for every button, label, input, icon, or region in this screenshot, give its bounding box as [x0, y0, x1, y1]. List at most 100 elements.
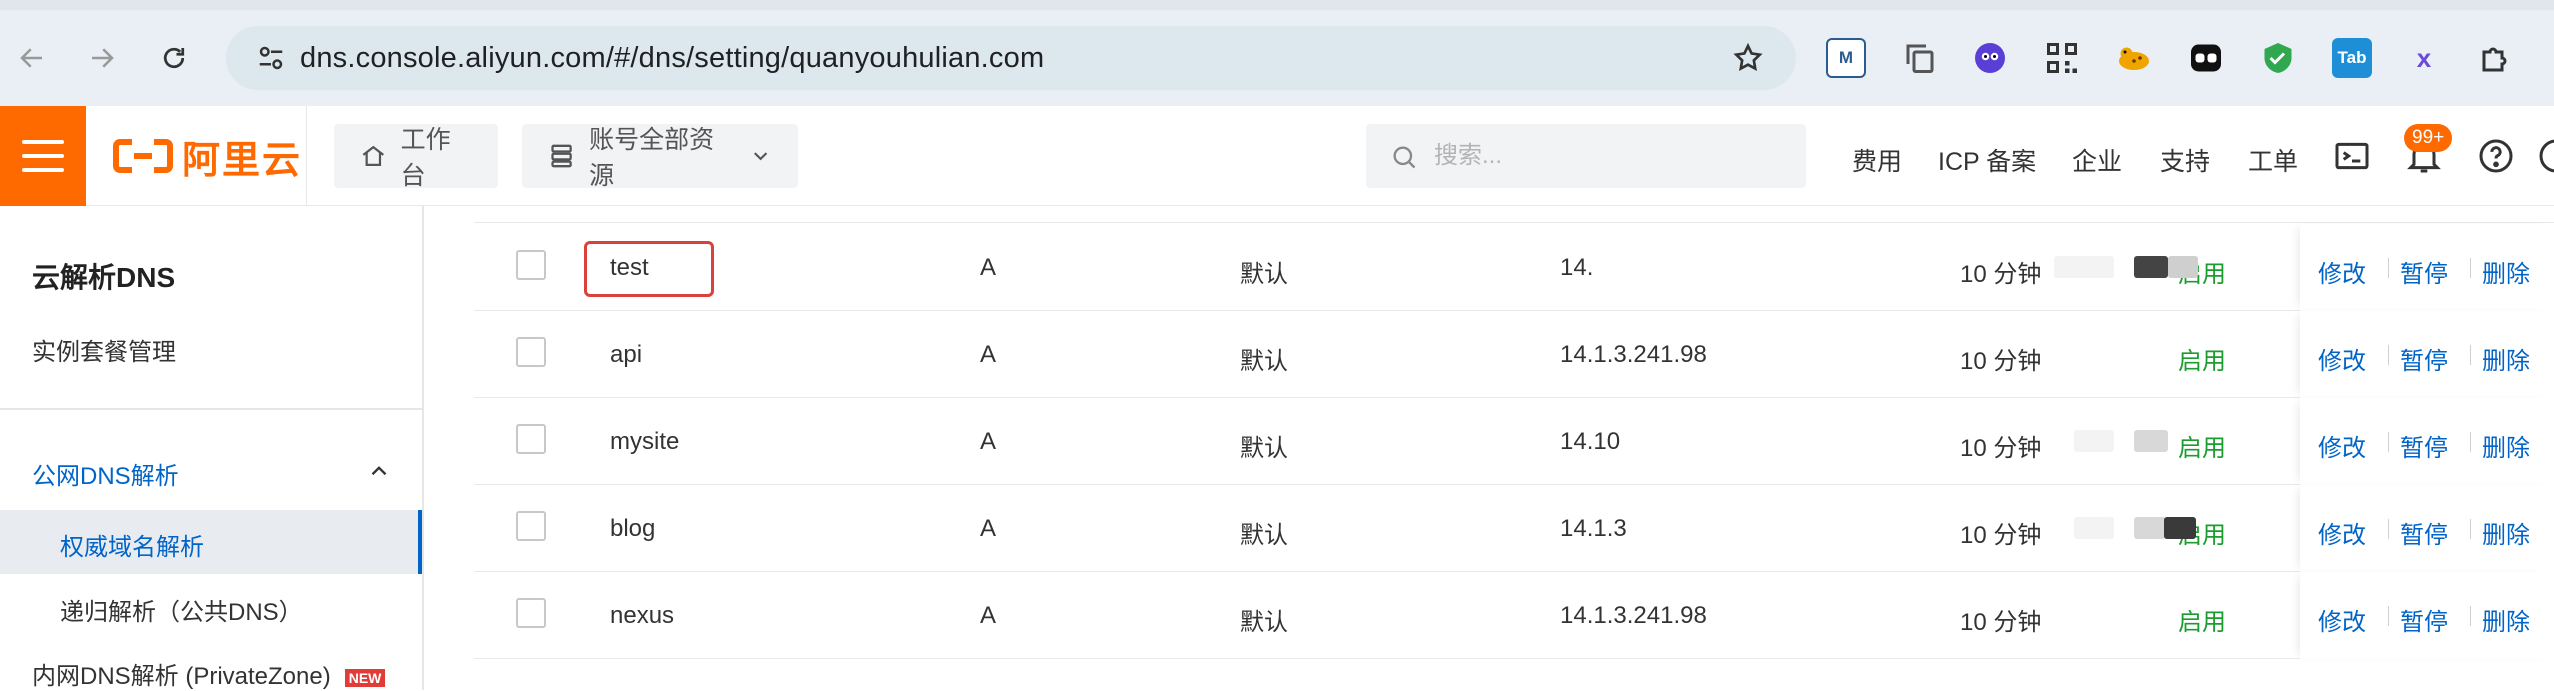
bear-extension-icon[interactable]: [2186, 38, 2226, 78]
search-input[interactable]: [1434, 124, 1794, 188]
pause-link[interactable]: 暂停: [2400, 254, 2448, 289]
record-type: A: [980, 341, 997, 368]
row-actions: 修改 暂停 删除: [2300, 572, 2554, 659]
tab-extension-icon[interactable]: Tab: [2332, 38, 2372, 78]
chevron-down-icon: [753, 152, 767, 161]
redacted-value-blur: [2134, 517, 2166, 539]
terminal-button[interactable]: [2332, 136, 2372, 176]
notification-badge: 99+: [2404, 124, 2453, 152]
terminal-icon: [2335, 142, 2369, 170]
enterprise-link[interactable]: 企业: [2072, 142, 2122, 178]
row-actions: 修改 暂停 删除: [2300, 311, 2554, 398]
pause-link[interactable]: 暂停: [2400, 341, 2448, 376]
m-extension-icon[interactable]: M: [1826, 38, 1866, 78]
copy-extension-icon[interactable]: [1900, 38, 1940, 78]
edit-link[interactable]: 修改: [2318, 341, 2366, 376]
row-checkbox[interactable]: [516, 337, 546, 367]
delete-link[interactable]: 删除: [2482, 428, 2530, 463]
fees-link[interactable]: 费用: [1852, 142, 1902, 178]
status-badge: 启用: [2178, 348, 2226, 375]
qr-code-icon: [2047, 43, 2077, 73]
ttl-value: 10 分钟: [1960, 522, 2042, 549]
x-extension-icon[interactable]: x: [2404, 38, 2444, 78]
qr-extension-icon[interactable]: [2042, 38, 2082, 78]
support-link[interactable]: 支持: [2160, 142, 2210, 178]
reload-button[interactable]: [154, 38, 194, 78]
row-checkbox[interactable]: [516, 250, 546, 280]
row-checkbox[interactable]: [516, 598, 546, 628]
table-row: test A 默认 14. 10 分钟 启用 修改 暂停 删除: [474, 224, 2554, 311]
sidebar-group-public-dns[interactable]: 公网DNS解析: [32, 456, 179, 491]
reload-icon: [163, 47, 185, 69]
aliyun-logo[interactable]: 阿里云: [112, 132, 302, 182]
resolution-line: 默认: [1240, 348, 1288, 375]
redacted-value-blur: [2164, 517, 2196, 539]
delete-link[interactable]: 删除: [2482, 341, 2530, 376]
logo-text: 阿里云: [182, 139, 303, 182]
bear-icon: [2191, 44, 2221, 72]
new-badge: NEW: [344, 668, 386, 687]
table-row: api A 默认 14.1.3.241.98 10 分钟 启用 修改 暂停 删除: [474, 311, 2554, 398]
edit-link[interactable]: 修改: [2318, 428, 2366, 463]
action-separator: [2388, 606, 2389, 626]
chevron-up-icon[interactable]: [366, 458, 392, 484]
site-settings-icon[interactable]: [256, 43, 286, 73]
forward-button[interactable]: [82, 38, 122, 78]
action-separator: [2388, 258, 2389, 278]
ticket-link[interactable]: 工单: [2248, 142, 2298, 178]
host-record: blog: [610, 515, 656, 542]
puzzle-icon: [2482, 47, 2507, 72]
url-text[interactable]: dns.console.aliyun.com/#/dns/setting/qua…: [300, 42, 1044, 75]
sidebar-item-private-zone[interactable]: 内网DNS解析 (PrivateZone) NEW: [32, 656, 386, 691]
resolution-line: 默认: [1240, 522, 1288, 549]
back-button[interactable]: [12, 38, 52, 78]
help-button[interactable]: [2476, 136, 2516, 176]
delete-link[interactable]: 删除: [2482, 254, 2530, 289]
row-checkbox[interactable]: [516, 511, 546, 541]
sidebar-item-recursive-dns[interactable]: 递归解析（公共DNS）: [60, 592, 303, 627]
browser-chrome: dns.console.aliyun.com/#/dns/setting/qua…: [0, 0, 2554, 106]
record-value: 14.1.3.241.98: [1560, 341, 1707, 368]
shield-extension-icon[interactable]: [2258, 38, 2298, 78]
sidebar-item-authoritative-dns[interactable]: 权威域名解析: [0, 510, 422, 574]
tab-strip: [0, 0, 2554, 10]
delete-link[interactable]: 删除: [2482, 515, 2530, 550]
redacted-value-blur: [2134, 430, 2168, 452]
arrow-left-icon: [20, 48, 42, 68]
face-extension-icon[interactable]: [1970, 38, 2010, 78]
delete-link[interactable]: 删除: [2482, 602, 2530, 637]
sidebar-item-label: 权威域名解析: [60, 534, 204, 561]
action-separator: [2388, 432, 2389, 452]
puzzle-extension-icon[interactable]: [2476, 38, 2516, 78]
resources-dropdown[interactable]: 账号全部资源: [522, 124, 798, 190]
workbench-label: 工作台: [400, 126, 451, 190]
server-icon: [551, 144, 572, 168]
pause-link[interactable]: 暂停: [2400, 602, 2448, 637]
workbench-button[interactable]: 工作台: [334, 124, 498, 190]
ttl-value: 10 分钟: [1960, 261, 2042, 288]
face-icon: [1975, 43, 2005, 73]
search-box[interactable]: [1366, 124, 1806, 188]
edit-link[interactable]: 修改: [2318, 602, 2366, 637]
m-extension-label: M: [1838, 48, 1854, 67]
row-checkbox[interactable]: [516, 424, 546, 454]
sidebar-item-instance-management[interactable]: 实例套餐管理: [32, 332, 176, 367]
leopard-extension-icon[interactable]: [2114, 38, 2154, 78]
star-icon[interactable]: [1732, 42, 1764, 74]
pause-link[interactable]: 暂停: [2400, 428, 2448, 463]
x-extension-label: x: [2416, 42, 2432, 73]
edit-link[interactable]: 修改: [2318, 515, 2366, 550]
globe-icon: [2539, 139, 2554, 173]
pause-link[interactable]: 暂停: [2400, 515, 2448, 550]
address-bar[interactable]: dns.console.aliyun.com/#/dns/setting/qua…: [226, 26, 1796, 90]
edit-link[interactable]: 修改: [2318, 254, 2366, 289]
menu-button[interactable]: [0, 106, 86, 206]
icp-link[interactable]: ICP 备案: [1938, 142, 2036, 178]
search-icon: [1393, 146, 1416, 169]
language-button[interactable]: [2536, 136, 2554, 176]
sidebar-item-label: 内网DNS解析 (PrivateZone): [32, 663, 331, 690]
status-badge: 启用: [2178, 435, 2226, 462]
copy-icon: [1906, 44, 1934, 73]
highlight-box: [584, 241, 714, 297]
ttl-value: 10 分钟: [1960, 609, 2042, 636]
